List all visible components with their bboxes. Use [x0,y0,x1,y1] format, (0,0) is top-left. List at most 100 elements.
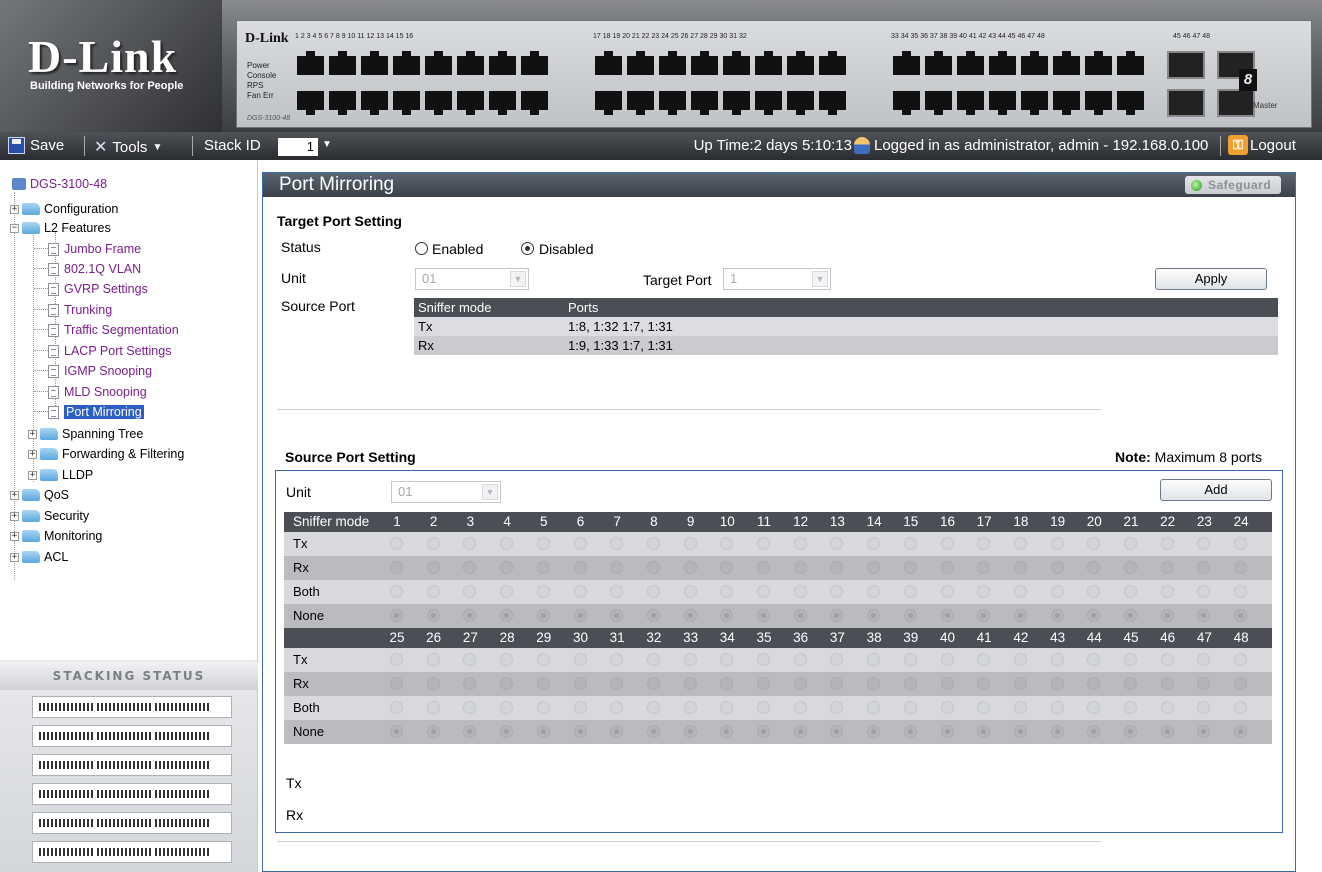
tree-root[interactable]: DGS-3100-48 [12,175,107,193]
port-mode-radio[interactable] [940,725,954,738]
target-port-select[interactable]: 1 ▼ [723,268,831,290]
port-mode-radio[interactable] [500,677,514,690]
tree-item-traffic-segmentation[interactable]: Traffic Segmentation [34,321,179,339]
port-mode-radio[interactable] [867,609,881,622]
port-mode-radio[interactable] [830,561,844,574]
port-mode-radio[interactable] [1124,677,1137,690]
port-mode-radio[interactable] [500,561,514,574]
port-mode-radio[interactable] [1124,701,1137,714]
port-mode-radio[interactable] [977,537,991,550]
port-mode-radio[interactable] [610,653,624,666]
port-mode-radio[interactable] [1197,677,1211,690]
port-mode-radio[interactable] [1087,609,1101,622]
port-mode-radio[interactable] [536,585,550,598]
port-mode-radio[interactable] [903,561,917,574]
port-mode-radio[interactable] [500,725,514,738]
port-mode-radio[interactable] [390,561,403,574]
port-mode-radio[interactable] [903,537,917,550]
port-mode-radio[interactable] [500,609,514,622]
port-mode-radio[interactable] [426,653,440,666]
port-mode-radio[interactable] [426,609,440,622]
port-mode-radio[interactable] [610,609,624,622]
port-mode-radio[interactable] [940,537,954,550]
port-mode-radio[interactable] [1087,561,1101,574]
port-mode-radio[interactable] [390,537,403,550]
port-mode-radio[interactable] [720,653,734,666]
port-mode-radio[interactable] [536,701,550,714]
port-mode-radio[interactable] [720,609,734,622]
port-mode-radio[interactable] [500,585,514,598]
port-mode-radio[interactable] [573,585,587,598]
port-mode-radio[interactable] [683,537,697,550]
port-mode-radio[interactable] [1160,725,1174,738]
port-mode-radio[interactable] [757,585,770,598]
port-mode-radio[interactable] [940,701,954,714]
tree-item-8021q-vlan[interactable]: 802.1Q VLAN [34,260,141,278]
port-mode-radio[interactable] [390,725,403,738]
tree-item-port-mirroring[interactable]: Port Mirroring [34,403,144,421]
port-mode-radio[interactable] [757,537,770,550]
port-mode-radio[interactable] [1160,561,1174,574]
port-mode-radio[interactable] [646,609,660,622]
port-mode-radio[interactable] [1197,585,1211,598]
port-mode-radio[interactable] [463,609,477,622]
port-mode-radio[interactable] [903,653,917,666]
port-mode-radio[interactable] [830,725,844,738]
port-mode-radio[interactable] [610,537,624,550]
port-mode-radio[interactable] [757,677,770,690]
port-mode-radio[interactable] [683,725,697,738]
tree-item-acl[interactable]: + ACL [10,548,68,566]
port-mode-radio[interactable] [536,537,550,550]
port-mode-radio[interactable] [1087,537,1101,550]
port-mode-radio[interactable] [573,561,587,574]
port-mode-radio[interactable] [720,561,734,574]
port-mode-radio[interactable] [977,585,991,598]
port-mode-radio[interactable] [1160,585,1174,598]
port-mode-radio[interactable] [1050,585,1064,598]
save-button[interactable]: Save [8,137,64,154]
port-mode-radio[interactable] [1050,725,1064,738]
port-mode-radio[interactable] [1013,585,1027,598]
port-mode-radio[interactable] [867,561,881,574]
port-mode-radio[interactable] [830,537,844,550]
port-mode-radio[interactable] [426,677,440,690]
port-mode-radio[interactable] [940,585,954,598]
stack-id-select[interactable]: 1 [278,138,318,156]
port-mode-radio[interactable] [720,537,734,550]
port-mode-radio[interactable] [757,653,770,666]
port-mode-radio[interactable] [1124,609,1137,622]
port-mode-radio[interactable] [720,585,734,598]
port-mode-radio[interactable] [1050,537,1064,550]
port-mode-radio[interactable] [1234,537,1248,550]
port-mode-radio[interactable] [646,537,660,550]
port-mode-radio[interactable] [463,725,477,738]
port-mode-radio[interactable] [830,653,844,666]
expand-icon[interactable]: + [10,552,19,562]
port-mode-radio[interactable] [536,561,550,574]
expand-icon[interactable]: + [10,490,19,500]
tree-item-configuration[interactable]: + Configuration [10,200,118,218]
tree-item-forwarding-filtering[interactable]: + Forwarding & Filtering [28,445,184,463]
port-mode-radio[interactable] [573,537,587,550]
port-mode-radio[interactable] [1050,561,1064,574]
tree-item-igmp-snooping[interactable]: IGMP Snooping [34,362,152,380]
port-mode-radio[interactable] [500,701,514,714]
expand-icon[interactable]: + [10,511,19,521]
port-mode-radio[interactable] [1050,677,1064,690]
port-mode-radio[interactable] [757,701,770,714]
port-mode-radio[interactable] [646,725,660,738]
port-mode-radio[interactable] [426,725,440,738]
tree-item-lacp-port-settings[interactable]: LACP Port Settings [34,342,171,360]
port-mode-radio[interactable] [610,701,624,714]
expand-icon[interactable]: + [28,449,37,459]
port-mode-radio[interactable] [426,537,440,550]
stack-unit-4[interactable] [32,783,232,805]
port-mode-radio[interactable] [1160,677,1174,690]
port-mode-radio[interactable] [683,561,697,574]
port-mode-radio[interactable] [1160,701,1174,714]
port-mode-radio[interactable] [646,585,660,598]
status-enabled-radio[interactable] [415,242,428,255]
tree-item-trunking[interactable]: Trunking [34,301,112,319]
port-mode-radio[interactable] [1234,585,1248,598]
port-mode-radio[interactable] [793,653,807,666]
